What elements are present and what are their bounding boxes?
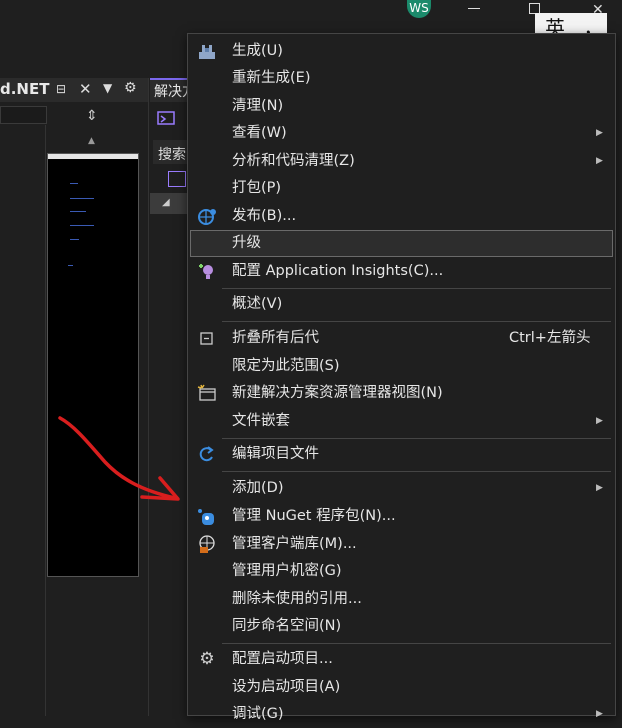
annotation-arrow-icon — [58, 416, 180, 501]
